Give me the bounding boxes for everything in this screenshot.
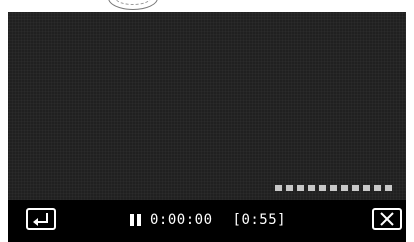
progress-marker (374, 185, 381, 191)
progress-marker (275, 185, 282, 191)
control-bar: 0:00:00 [0:55] (8, 200, 406, 242)
playback-status: 0:00:00 [0:55] (130, 208, 286, 232)
close-icon (380, 212, 394, 226)
lcd-screen: 0:00:00 [0:55] (8, 12, 406, 242)
progress-marker (308, 185, 315, 191)
mode-dial-edge (108, 0, 158, 10)
progress-marker (341, 185, 348, 191)
progress-marker (297, 185, 304, 191)
elapsed-time: 0:00:00 (150, 212, 213, 228)
progress-marker (330, 185, 337, 191)
progress-markers (275, 185, 392, 191)
top-strip (0, 0, 414, 12)
close-button[interactable] (372, 208, 402, 230)
progress-marker (385, 185, 392, 191)
back-arrow-icon (33, 213, 48, 226)
remaining-time: [0:55] (232, 212, 287, 228)
progress-marker (286, 185, 293, 191)
progress-marker (352, 185, 359, 191)
pause-icon[interactable] (130, 214, 141, 226)
progress-marker (363, 185, 370, 191)
back-button[interactable] (26, 208, 56, 230)
progress-marker (319, 185, 326, 191)
